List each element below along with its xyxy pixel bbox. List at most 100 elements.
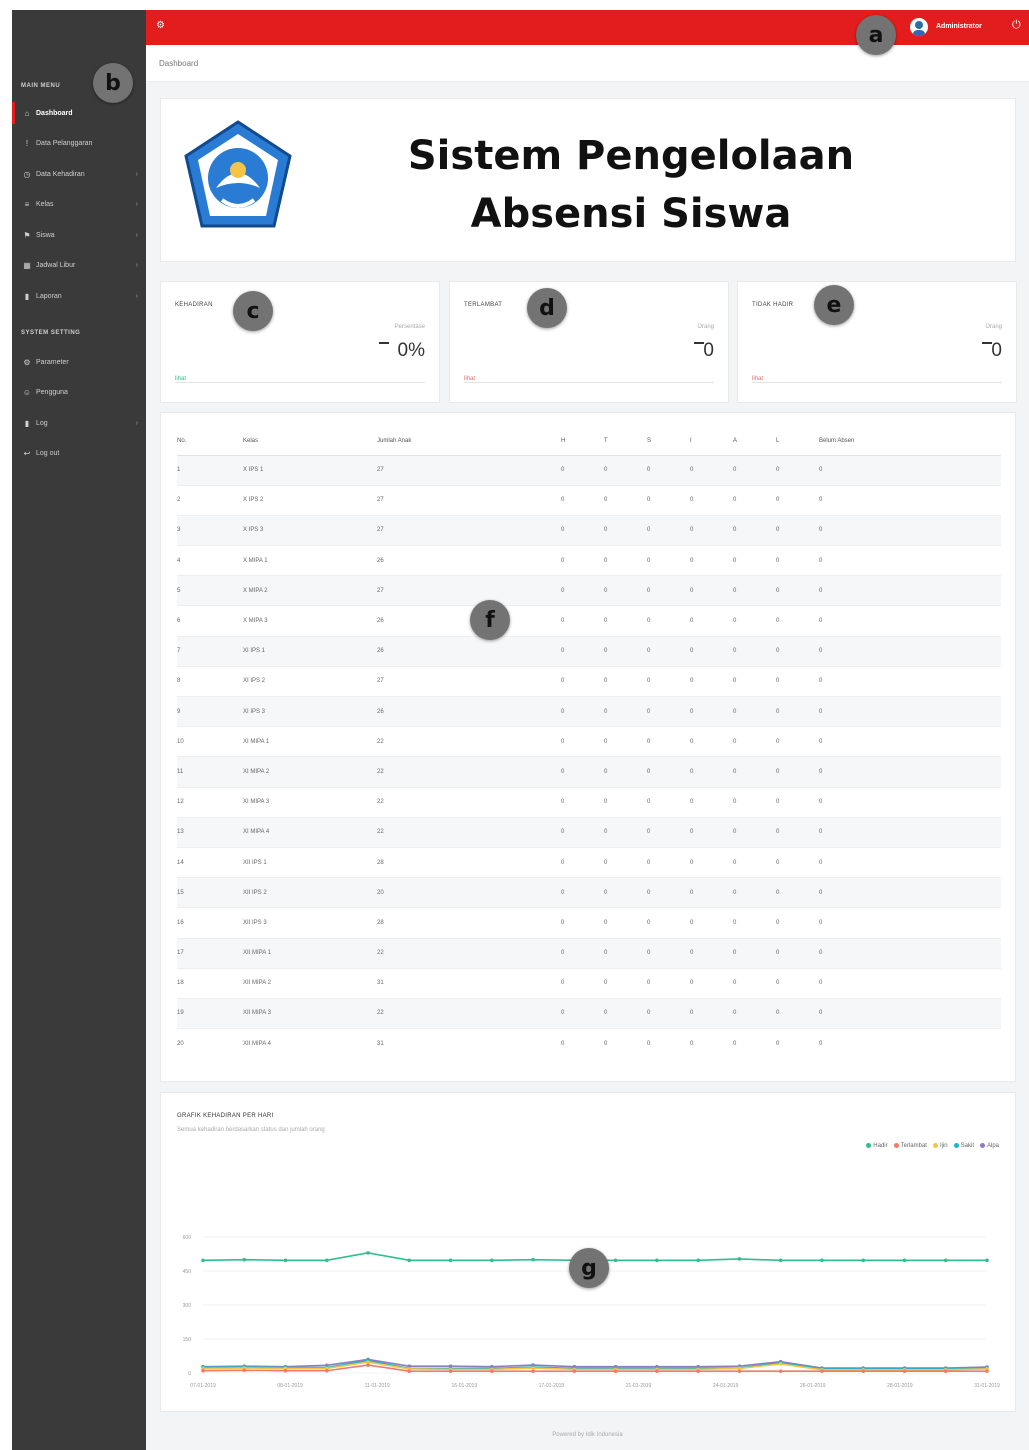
column-header[interactable]: T (604, 427, 647, 456)
table-row[interactable]: 13 XI MIPA 4 22 0 0 0 0 0 0 0 (177, 816, 1001, 848)
sidebar-item-kelas[interactable]: ≡ Kelas › (12, 194, 146, 216)
table-row[interactable]: 19 XII MIPA 3 22 0 0 0 0 0 0 0 (177, 997, 1001, 1029)
table-cell: 0 (561, 545, 604, 576)
table-row[interactable]: 6X MIPA 3 26 0 0 0 0 0 0 0 (177, 605, 1001, 637)
table-row[interactable]: 20 XII MIPA 4 31 0 0 0 0 0 0 0 (177, 1028, 1001, 1059)
series-point-hadir (242, 1257, 247, 1262)
table-cell: 0 (819, 605, 1001, 637)
column-header[interactable]: S (647, 427, 690, 456)
table-cell: 0 (561, 605, 604, 637)
marker-c: c (233, 291, 273, 331)
table-cell: 0 (561, 756, 604, 788)
table-cell: 0 (733, 635, 776, 667)
table-cell: 0 (604, 514, 647, 546)
table-row[interactable]: 11 XI MIPA 2 22 0 0 0 0 0 0 0 (177, 756, 1001, 788)
table-cell: 0 (776, 454, 819, 486)
sidebar-item-data-pelanggaran[interactable]: ! Data Pelanggaran (12, 133, 146, 155)
stat-link[interactable]: lihat (175, 376, 186, 382)
column-header[interactable]: A (733, 427, 776, 456)
sidebar-item-data-kehadiran[interactable]: ◷ Data Kehadiran › (12, 163, 146, 185)
table-cell: 0 (604, 846, 647, 878)
series-point-hadir (531, 1257, 535, 1262)
table-row[interactable]: 9 XI IPS 3 26 0 0 0 0 0 0 0 (177, 695, 1001, 727)
table-cell: 0 (604, 726, 647, 757)
table-row[interactable]: 8 XI IPS 2 27 0 0 0 0 0 0 0 (177, 665, 1001, 697)
table-row[interactable]: 18 XII MIPA 2 31 0 0 0 0 0 0 0 (177, 967, 1001, 999)
table-cell: X MIPA 1 (243, 545, 377, 576)
table-cell: 0 (776, 635, 819, 667)
series-point-terlambat (572, 1369, 577, 1373)
chart-icon: ▮ (24, 291, 30, 301)
username[interactable]: Administrator (936, 23, 982, 30)
table-cell: 18 (177, 967, 243, 999)
avatar[interactable] (910, 18, 928, 36)
sidebar-item-laporan[interactable]: ▮ Laporan › (12, 285, 146, 307)
table-cell: 4 (177, 545, 243, 576)
table-row[interactable]: 15 XII IPS 2 20 0 0 0 0 0 0 0 (177, 877, 1001, 908)
list-icon: ≡ (24, 200, 30, 209)
table-cell: 11 (177, 756, 243, 788)
table-cell: 22 (377, 937, 561, 969)
sidebar-item-label: Log out (36, 450, 60, 457)
warning-icon: ! (25, 139, 29, 148)
table-cell: 0 (604, 695, 647, 727)
table-row[interactable]: 12 XI MIPA 3 22 0 0 0 0 0 0 0 (177, 786, 1001, 818)
table-row[interactable]: 1X IPS 1 27 0 0 0 0 0 0 0 (177, 454, 1001, 486)
column-header[interactable]: No. (177, 427, 243, 456)
table-row[interactable]: 3X IPS 3 27 0 0 0 0 0 0 0 (177, 514, 1001, 546)
table-cell: 0 (647, 726, 690, 757)
table-cell: 0 (561, 575, 604, 606)
sidebar-item-parameter[interactable]: ⚙ Parameter (12, 351, 146, 373)
table-row[interactable]: 4X MIPA 1 26 0 0 0 0 0 0 0 (177, 545, 1001, 576)
table-cell: 0 (733, 545, 776, 576)
column-header[interactable]: I (690, 427, 733, 456)
table-cell: 0 (690, 967, 733, 999)
logout-icon[interactable]: ⏻ (1012, 19, 1021, 32)
table-cell: 26 (377, 545, 561, 576)
x-tick-label: 31-01-2019 (974, 1383, 1000, 1389)
table-cell: 0 (819, 877, 1001, 908)
sidebar-item-dashboard[interactable]: ⌂ Dashboard (12, 102, 146, 124)
table-row[interactable]: 10 XI MIPA 1 22 0 0 0 0 0 0 0 (177, 726, 1001, 757)
column-header[interactable]: L (776, 427, 819, 456)
table-cell: 0 (819, 756, 1001, 788)
sidebar-item-pengguna[interactable]: ☺ Pengguna (12, 382, 146, 404)
calendar-icon: ▦ (23, 261, 31, 270)
stat-link[interactable]: lihat (464, 376, 475, 382)
series-point-hadir (366, 1251, 370, 1255)
table-row[interactable]: 5X MIPA 2 27 0 0 0 0 0 0 0 (177, 575, 1001, 606)
table-cell: 10 (177, 726, 243, 757)
series-point-hadir (737, 1257, 742, 1261)
sidebar-item-jadwal-libur[interactable]: ▦ Jadwal Libur › (12, 255, 146, 277)
table-cell: 0 (819, 454, 1001, 486)
sidebar-item-siswa[interactable]: ⚑ Siswa › (12, 224, 146, 246)
table-cell: 5 (177, 575, 243, 606)
sidebar-item-log[interactable]: ▮ Log › (12, 412, 146, 434)
table-row[interactable]: 7 XI IPS 1 26 0 0 0 0 0 0 0 (177, 635, 1001, 667)
table-cell: 0 (690, 514, 733, 546)
table-cell: 0 (690, 937, 733, 969)
table-cell: 0 (733, 665, 776, 697)
column-header[interactable]: Kelas (243, 427, 377, 456)
table-cell: 0 (561, 967, 604, 999)
table-cell: 0 (819, 907, 1001, 938)
table-cell: 0 (561, 665, 604, 697)
table-cell: 0 (690, 756, 733, 788)
column-header[interactable]: H (561, 427, 604, 456)
table-cell: 0 (690, 545, 733, 576)
sidebar-item-log-out[interactable]: ↩ Log out (12, 443, 146, 465)
x-tick-label: 28-01-2019 (887, 1383, 913, 1389)
stat-link[interactable]: lihat (752, 376, 763, 382)
table-cell: 0 (733, 695, 776, 727)
table-row[interactable]: 16 XII IPS 3 28 0 0 0 0 0 0 0 (177, 907, 1001, 938)
chevron-right-icon: › (135, 201, 138, 208)
menu-toggle-icon[interactable]: ⚙ (156, 20, 165, 31)
table-row[interactable]: 17 XII MIPA 1 22 0 0 0 0 0 0 0 (177, 937, 1001, 969)
column-header[interactable]: Belum Absen (819, 427, 1001, 456)
column-header[interactable]: Jumlah Anak (377, 427, 561, 456)
table-row[interactable]: 2X IPS 2 27 0 0 0 0 0 0 0 (177, 484, 1001, 516)
table-cell: 0 (647, 1028, 690, 1059)
table-row[interactable]: 14 XII IPS 1 28 0 0 0 0 0 0 0 (177, 846, 1001, 878)
table-cell: 0 (819, 635, 1001, 667)
table-cell: 27 (377, 514, 561, 546)
